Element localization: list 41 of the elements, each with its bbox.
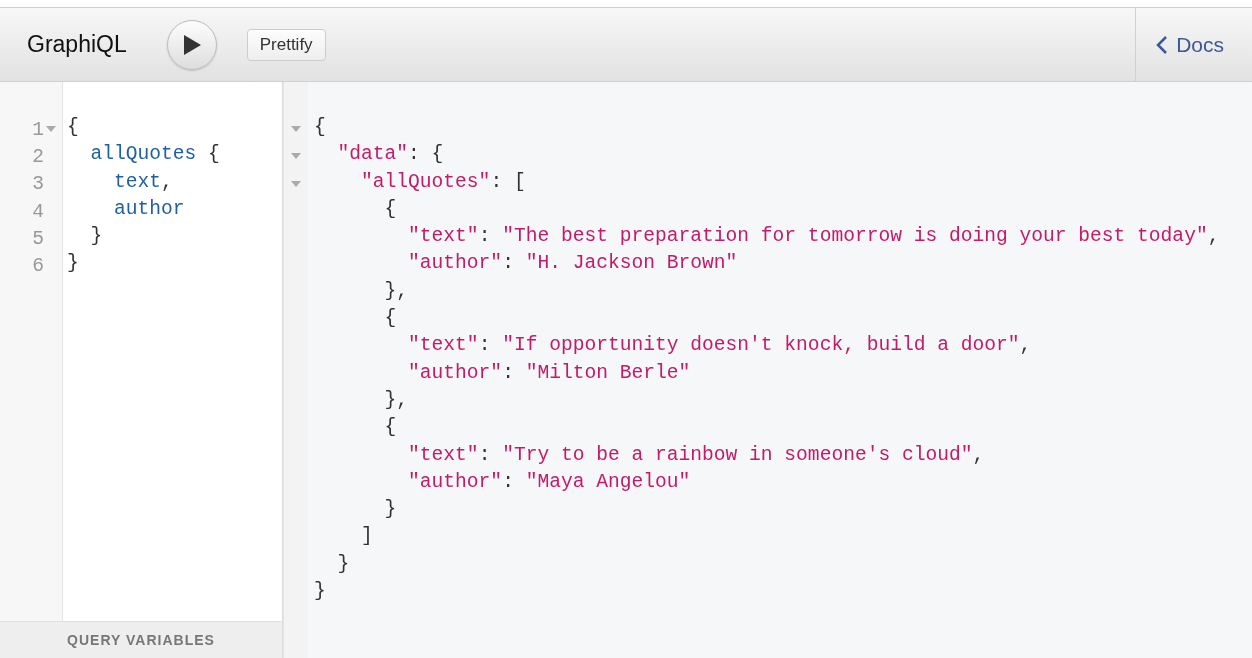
line-number: 4 — [32, 200, 44, 223]
code-line: { — [67, 116, 79, 138]
code-line: ] — [360, 525, 373, 548]
code-line: author — [113, 197, 185, 220]
code-line: "text": "If opportunity doesn't knock, build a door", — [407, 334, 1032, 357]
chevron-left-icon — [1156, 34, 1169, 55]
line-number: 3 — [32, 173, 44, 196]
fold-arrow-icon[interactable] — [46, 126, 56, 134]
code-line: allQuotes { — [89, 143, 220, 166]
docs-button[interactable]: Docs — [1135, 8, 1252, 81]
code-line: { — [383, 307, 397, 330]
code-line: } — [383, 498, 397, 521]
play-icon — [182, 34, 201, 55]
prettify-button[interactable]: Prettify — [246, 28, 326, 61]
run-button[interactable] — [166, 19, 217, 70]
code-line: { — [314, 116, 326, 138]
code-line: "text": "The best preparation for tomorrow is doing your best today", — [407, 225, 1220, 248]
code-line: "text": "Try to be a rainbow in someone's cloud", — [407, 443, 985, 466]
line-number: 2 — [32, 145, 44, 168]
line-number: 5 — [32, 227, 44, 250]
code-line: "data": { — [336, 143, 444, 166]
query-variables-bar[interactable]: QUERY VARIABLES — [0, 621, 282, 658]
fold-arrow-icon[interactable] — [291, 126, 301, 134]
code-line: }, — [383, 388, 409, 411]
code-line: } — [67, 252, 79, 275]
code-line: { — [383, 197, 397, 220]
code-line: } — [336, 552, 350, 575]
code-line: text, — [113, 170, 173, 193]
fold-arrow-icon[interactable] — [291, 180, 301, 188]
line-number: 6 — [32, 255, 44, 278]
code-line: } — [89, 225, 103, 248]
code-line: } — [314, 580, 326, 603]
app-title: GraphiQL — [27, 31, 127, 58]
code-line: "author": "Maya Angelou" — [407, 470, 691, 493]
code-line: "allQuotes": [ — [360, 170, 526, 193]
code-line: "author": "H. Jackson Brown" — [407, 252, 738, 275]
line-number: 1 — [32, 118, 44, 141]
code-line: { — [383, 416, 397, 439]
code-line: }, — [383, 279, 409, 302]
fold-arrow-icon[interactable] — [291, 153, 301, 161]
code-line: "author": "Milton Berle" — [407, 361, 691, 384]
